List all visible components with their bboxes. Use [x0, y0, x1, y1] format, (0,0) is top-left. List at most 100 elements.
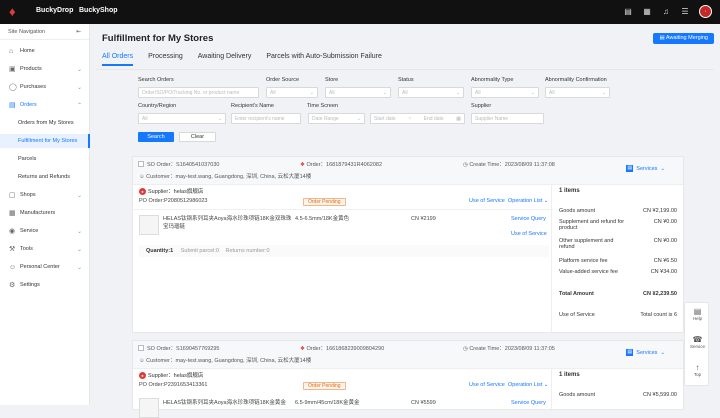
page-title: Fulfillment for My Stores	[102, 33, 214, 44]
sidebar-item-personal-center[interactable]: ☺ Personal Center ⌄	[0, 260, 90, 274]
product-name[interactable]: HELAS钛钢系列耳夹Aoya海水珍珠项链18K金双珠珠宝玛瑙链	[163, 215, 293, 231]
create-time-text: Create Time：2023/08/09 11:37:05	[469, 346, 555, 352]
service-icon: ◉	[9, 228, 16, 235]
country-region-label: Country/Region	[138, 103, 177, 109]
abnormality-confirmation-label: Abnormality Confirmation	[545, 77, 607, 83]
recipients-name-input[interactable]: Enter recipient's name	[231, 113, 301, 124]
country-region-value: All	[142, 115, 148, 122]
platform-fee-label: Platform service fee	[559, 258, 608, 264]
clear-button[interactable]: Clear	[179, 132, 216, 142]
order-checkbox[interactable]	[138, 345, 144, 351]
total-label: Total Amount	[559, 291, 594, 297]
sidebar-item-orders-from-my-stores[interactable]: Orders from My Stores	[0, 116, 90, 130]
use-of-service-link-2[interactable]: Use of Service	[511, 231, 547, 237]
sidebar-item-parcels[interactable]: Parcels	[0, 152, 90, 166]
menu-icon[interactable]: ☰	[680, 7, 690, 17]
date-range-picker[interactable]: Start date ~ End date ▦	[370, 113, 465, 124]
service-query-link[interactable]: Service Query	[511, 400, 546, 406]
total-value: CN ¥2,239.50	[643, 291, 677, 297]
abnormality-confirmation-select[interactable]: All ⌄	[545, 87, 610, 98]
sidebar-item-fulfillment[interactable]: Fulfillment for My Stores	[0, 134, 90, 148]
submit-parcel: Submit parcel:0	[180, 248, 219, 254]
supplier-label: Supplier	[471, 103, 492, 109]
tab-processing[interactable]: Processing	[148, 53, 183, 66]
top-label: Top	[693, 372, 702, 377]
create-time: ◷ Create Time：2023/08/09 11:37:08	[463, 160, 555, 168]
so-order: SO Order：S1640541037030	[147, 162, 220, 168]
sidebar-item-returns[interactable]: Returns and Refunds	[0, 170, 90, 184]
product-image[interactable]	[139, 398, 159, 418]
awaiting-merging-button[interactable]: ▤ Awaiting Merging	[653, 33, 714, 44]
abnormality-type-value: All	[475, 89, 481, 96]
operation-list-link[interactable]: Operation List ⌄	[508, 382, 548, 388]
operation-list-link[interactable]: Operation List ⌄	[508, 198, 548, 204]
order-card: SO Order：S1640541037030 ❖ Order：16818794…	[132, 156, 684, 334]
services-icon: ▤	[626, 165, 634, 172]
sidebar-header: Site Navigation ⇤	[0, 24, 89, 40]
product-image[interactable]	[139, 215, 159, 235]
help-button[interactable]: ▤ Help	[685, 307, 710, 321]
chevron-down-icon: ⌄	[309, 89, 314, 96]
items-count: 1 items	[559, 188, 580, 194]
platform-fee-row: Platform service fee CN ¥6.50	[559, 258, 677, 264]
bell-icon[interactable]: ♫	[661, 7, 671, 17]
use-of-service-link[interactable]: Use of Service	[469, 198, 505, 204]
order-source-select[interactable]: All ⌄	[266, 87, 318, 98]
user-icon: ☺	[9, 263, 17, 271]
goods-amount-row: Goods amount CN ¥2,199.00	[559, 208, 677, 214]
service-query-link[interactable]: Service Query	[511, 216, 546, 222]
country-region-select[interactable]: All ⌄	[138, 113, 226, 124]
abnormality-confirmation-value: All	[549, 89, 555, 96]
tab-auto-submission-failure[interactable]: Parcels with Auto-Submission Failure	[266, 53, 382, 66]
sidebar-item-purchases[interactable]: ◯ Purchases ⌄	[0, 80, 90, 94]
product-name[interactable]: HELAS钛钢系列耳夹Aoya海水珍珠项链18K金黄金	[163, 399, 293, 407]
chevron-down-icon: ⌄	[76, 192, 82, 199]
order-card-header: SO Order：S1690457769295 ❖ Order：16618682…	[133, 341, 683, 369]
service-button[interactable]: ☎ Service	[685, 335, 710, 349]
tab-all-orders[interactable]: All Orders	[102, 53, 134, 66]
po-order: PO Order:P2080512986023	[139, 198, 208, 204]
sidebar-item-label: Shops	[20, 192, 36, 198]
use-of-service-label: Use of Service	[559, 312, 595, 318]
gear-icon: ⚙	[9, 282, 16, 289]
buckydrop-logo-icon[interactable]: ♦	[9, 5, 23, 19]
sidebar-item-products[interactable]: ▣ Products ⌄	[0, 62, 90, 76]
sidebar-item-label: Purchases	[20, 84, 46, 90]
sidebar-item-tools[interactable]: ⚒ Tools ⌄	[0, 242, 90, 256]
sidebar-item-manufacturers[interactable]: ▦ Manufacturers	[0, 206, 90, 220]
sidebar-item-label: Tools	[20, 246, 33, 252]
services-dropdown[interactable]: ▤ Services ⌄	[626, 349, 665, 356]
order-card-header: SO Order：S1640541037030 ❖ Order：16818794…	[133, 157, 683, 185]
status-select[interactable]: All ⌄	[398, 87, 464, 98]
search-orders-input[interactable]: Order/SO/PO/Tracking No. or product name	[138, 87, 259, 98]
quantity: Quantity:1	[146, 248, 174, 254]
brand-buckydrop[interactable]: BuckyDrop	[36, 7, 73, 14]
use-of-service-link[interactable]: Use of Service	[469, 382, 505, 388]
top-button[interactable]: ↑ Top	[685, 363, 710, 377]
chevron-down-icon: ⌄	[530, 89, 535, 96]
po-order: PO Order:P2391653413361	[139, 382, 208, 388]
goods-amount-value: CN ¥2,199.00	[643, 208, 677, 214]
abnormality-type-select[interactable]: All ⌄	[471, 87, 539, 98]
services-dropdown[interactable]: ▤ Services ⌄	[626, 165, 665, 172]
abnormality-type-label: Abnormality Type	[471, 77, 514, 83]
search-button[interactable]: Search	[138, 132, 174, 142]
sidebar-item-service[interactable]: ◉ Service ⌄	[0, 224, 90, 238]
tab-awaiting-delivery[interactable]: Awaiting Delivery	[198, 53, 252, 66]
document-icon[interactable]: ▤	[623, 7, 633, 17]
sidebar-item-settings[interactable]: ⚙ Settings	[0, 278, 90, 292]
product-spec: 6.5-9mm/45cm/18K金黄金	[295, 400, 360, 406]
date-range-value: Date Range	[312, 115, 339, 122]
avatar[interactable]: ·	[699, 5, 712, 18]
order-checkbox[interactable]	[138, 161, 144, 167]
recipients-name-placeholder: Enter recipient's name	[235, 115, 285, 122]
date-range-select[interactable]: Date Range ⌄	[308, 113, 365, 124]
sidebar-item-home[interactable]: ⌂ Home	[0, 44, 90, 58]
sidebar-item-shops[interactable]: ▢ Shops ⌄	[0, 188, 90, 202]
calendar-icon[interactable]: ▦	[642, 7, 652, 17]
brand-buckyshop[interactable]: BuckyShop	[79, 7, 118, 14]
sidebar-item-orders[interactable]: ▤ Orders ⌃	[0, 98, 90, 112]
collapse-icon[interactable]: ⇤	[76, 29, 81, 35]
supplier-input[interactable]: Supplier Name	[471, 113, 544, 124]
store-select[interactable]: All ⌄	[325, 87, 391, 98]
